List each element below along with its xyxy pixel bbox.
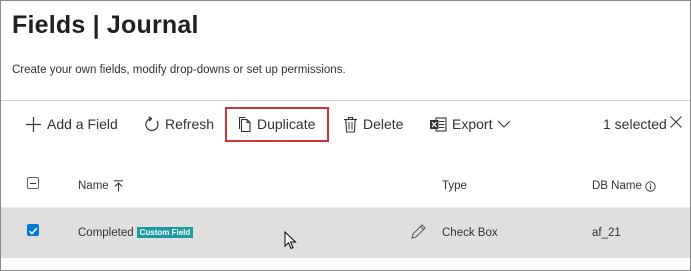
page-title: Fields | Journal: [12, 11, 199, 39]
delete-label: Delete: [363, 116, 404, 132]
row-name-cell: Completed Custom Field: [78, 227, 194, 239]
edit-pencil-icon[interactable]: [410, 223, 427, 240]
row-checkbox[interactable]: [27, 224, 39, 236]
chevron-down-icon: [498, 120, 511, 128]
close-icon[interactable]: [669, 115, 683, 129]
mouse-cursor-icon: [284, 231, 297, 250]
column-type-label: Type: [442, 180, 467, 192]
fields-panel: Fields | Journal Create your own fields,…: [0, 0, 691, 271]
column-header-name[interactable]: Name: [78, 180, 124, 192]
add-field-label: Add a Field: [47, 116, 118, 132]
refresh-label: Refresh: [165, 116, 215, 132]
trash-icon: [344, 116, 357, 133]
header-divider: [1, 100, 690, 101]
checkmark-icon: [28, 227, 38, 235]
export-label: Export: [452, 116, 493, 132]
selection-count: 1 selected: [603, 116, 667, 132]
column-header-db-name[interactable]: DB Name: [592, 180, 656, 192]
page-subtitle: Create your own fields, modify drop-down…: [12, 64, 346, 76]
row-db-name-cell: af_21: [592, 227, 621, 239]
column-db-name-label: DB Name: [592, 180, 642, 192]
custom-field-badge: Custom Field: [136, 227, 194, 238]
field-name: Completed: [78, 227, 134, 239]
excel-icon: [430, 116, 447, 132]
refresh-icon: [145, 115, 159, 131]
column-name-label: Name: [78, 180, 109, 192]
select-all-checkbox[interactable]: [27, 177, 39, 189]
duplicate-label: Duplicate: [257, 116, 316, 132]
row-type-cell: Check Box: [442, 227, 498, 239]
export-button[interactable]: Export: [429, 112, 511, 136]
info-icon[interactable]: [645, 180, 656, 192]
refresh-button[interactable]: Refresh: [143, 112, 214, 136]
plus-icon: [26, 116, 41, 132]
sort-ascending-icon: [113, 180, 123, 192]
copy-icon: [238, 116, 251, 132]
column-header-type[interactable]: Type: [442, 180, 467, 192]
add-field-button[interactable]: Add a Field: [25, 112, 118, 136]
delete-button[interactable]: Delete: [343, 112, 403, 136]
duplicate-button[interactable]: Duplicate: [237, 112, 315, 136]
